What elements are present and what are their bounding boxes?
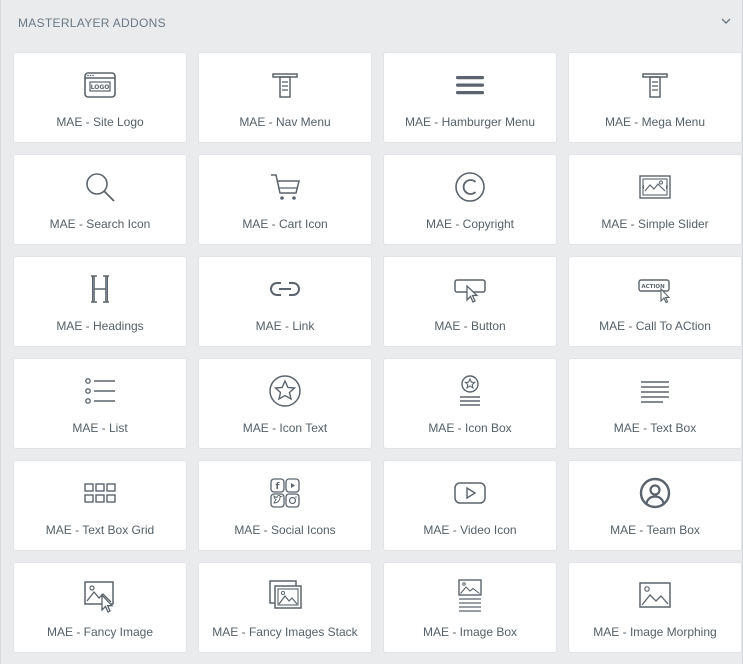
video-icon (452, 475, 488, 511)
section-header[interactable]: MASTERLAYER ADDONS (1, 0, 742, 44)
widget-label: MAE - Icon Box (428, 421, 512, 435)
site-logo-icon: LOGO (82, 67, 118, 103)
widget-tile-nav-menu[interactable]: MAE - Nav Menu (198, 52, 372, 143)
widget-label: MAE - Simple Slider (601, 217, 709, 231)
widget-label: MAE - Nav Menu (239, 115, 331, 129)
widget-label: MAE - Social Icons (234, 523, 336, 537)
image-box-icon (452, 577, 488, 613)
widget-label: MAE - Cart Icon (242, 217, 328, 231)
widget-tile-search[interactable]: MAE - Search Icon (13, 154, 187, 245)
link-icon (267, 271, 303, 307)
text-box-grid-icon (82, 475, 118, 511)
fancy-image-icon (82, 577, 118, 613)
slider-icon (637, 169, 673, 205)
button-icon (452, 271, 488, 307)
widget-tile-text-box-grid[interactable]: MAE - Text Box Grid (13, 460, 187, 551)
widget-tile-copyright[interactable]: MAE - Copyright (383, 154, 557, 245)
nav-menu-icon (267, 67, 303, 103)
widget-label: MAE - Copyright (425, 217, 515, 231)
text-box-icon (637, 373, 673, 409)
widget-tile-image-morphing[interactable]: MAE - Image Morphing (568, 562, 742, 653)
widget-label: MAE - Team Box (610, 523, 700, 537)
widget-label: MAE - Fancy Images Stack (212, 625, 358, 639)
team-box-icon (637, 475, 673, 511)
widget-label: MAE - Hamburger Menu (404, 115, 536, 129)
widget-tile-fancy-images-stack[interactable]: MAE - Fancy Images Stack (198, 562, 372, 653)
widget-panel: MASTERLAYER ADDONS LOGO MAE - Site Logo MA… (0, 0, 743, 664)
icon-box-icon (452, 373, 488, 409)
widget-tile-cart[interactable]: MAE - Cart Icon (198, 154, 372, 245)
widget-tile-link[interactable]: MAE - Link (198, 256, 372, 347)
social-icons-icon: f (267, 475, 303, 511)
heading-icon (82, 271, 118, 307)
fancy-images-stack-icon (267, 577, 303, 613)
widget-tile-call-to-action[interactable]: ACTION MAE - Call To ACtion (568, 256, 742, 347)
call-to-action-icon: ACTION (637, 271, 673, 307)
svg-text:f: f (276, 482, 280, 492)
widget-tile-fancy-image[interactable]: MAE - Fancy Image (13, 562, 187, 653)
widget-label: MAE - Headings (56, 319, 144, 333)
widget-label: MAE - Button (434, 319, 506, 333)
svg-text:LOGO: LOGO (91, 84, 110, 91)
widget-label: MAE - Icon Text (242, 421, 328, 435)
widget-tile-video[interactable]: MAE - Video Icon (383, 460, 557, 551)
widget-label: MAE - Call To ACtion (599, 319, 711, 333)
mega-menu-icon (637, 67, 673, 103)
section-title: MASTERLAYER ADDONS (18, 16, 166, 30)
widget-tile-icon-box[interactable]: MAE - Icon Box (383, 358, 557, 449)
chevron-down-icon[interactable] (720, 15, 732, 27)
widget-label: MAE - Video Icon (423, 523, 517, 537)
cart-icon (267, 169, 303, 205)
widget-label: MAE - Fancy Image (46, 625, 154, 639)
widget-label: MAE - Text Box (613, 421, 697, 435)
widget-tile-text-box[interactable]: MAE - Text Box (568, 358, 742, 449)
copyright-icon (452, 169, 488, 205)
widget-tile-button[interactable]: MAE - Button (383, 256, 557, 347)
widget-label: MAE - Image Morphing (593, 625, 717, 639)
widget-tile-list[interactable]: MAE - List (13, 358, 187, 449)
widget-tile-heading[interactable]: MAE - Headings (13, 256, 187, 347)
widget-tile-slider[interactable]: MAE - Simple Slider (568, 154, 742, 245)
widget-tile-team-box[interactable]: MAE - Team Box (568, 460, 742, 551)
widget-label: MAE - Site Logo (56, 115, 144, 129)
widget-label: MAE - List (72, 421, 128, 435)
widget-tile-site-logo[interactable]: LOGO MAE - Site Logo (13, 52, 187, 143)
widget-tile-social-icons[interactable]: f MAE - Social Icons (198, 460, 372, 551)
widget-label: MAE - Search Icon (49, 217, 151, 231)
widget-tile-mega-menu[interactable]: MAE - Mega Menu (568, 52, 742, 143)
widget-tile-icon-text[interactable]: MAE - Icon Text (198, 358, 372, 449)
image-morphing-icon (637, 577, 673, 613)
widget-label: MAE - Text Box Grid (45, 523, 155, 537)
widget-label: MAE - Link (255, 319, 315, 333)
hamburger-menu-icon (452, 67, 488, 103)
widget-tile-hamburger-menu[interactable]: MAE - Hamburger Menu (383, 52, 557, 143)
search-icon (82, 169, 118, 205)
list-icon (82, 373, 118, 409)
icon-text-icon (267, 373, 303, 409)
widget-tile-image-box[interactable]: MAE - Image Box (383, 562, 557, 653)
widget-label: MAE - Mega Menu (604, 115, 706, 129)
widget-grid: LOGO MAE - Site Logo MAE - Nav Menu MAE - H… (13, 52, 742, 653)
widget-label: MAE - Image Box (422, 625, 518, 639)
